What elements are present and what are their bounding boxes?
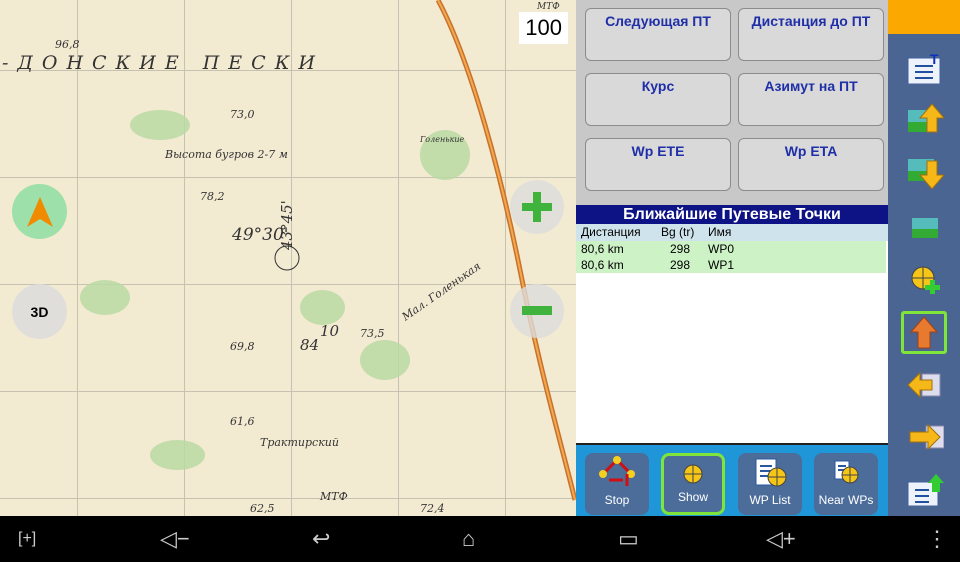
field-wp-eta[interactable]: Wp ETA (738, 138, 884, 191)
volume-up-icon[interactable]: ◁+ (766, 526, 796, 552)
stop-label: Stop (604, 493, 630, 507)
field-distance-to-wp[interactable]: Дистанция до ПТ (738, 8, 884, 61)
arrow-up-icon (909, 316, 939, 349)
image-up-icon[interactable] (906, 102, 944, 134)
forward-icon[interactable] (906, 420, 944, 452)
back-icon[interactable] (906, 368, 944, 400)
column-bearing: Bg (tr) (661, 225, 695, 239)
plus-icon (522, 192, 552, 222)
cell-bearing: 298 (669, 258, 690, 272)
scale-indicator: 100 (519, 12, 568, 44)
near-wps-label: Near WPs (818, 493, 874, 507)
near-wps-button[interactable]: Near WPs (814, 453, 878, 515)
menu-icon[interactable]: ⋮ (926, 526, 948, 552)
map-label: 72,4 (420, 502, 445, 515)
map-region-label: -ДОНСКИЕ ПЕСКИ (2, 52, 324, 74)
navigation-arrow-icon (26, 196, 53, 227)
near-waypoints-icon (834, 460, 859, 484)
cell-bearing: 298 (669, 242, 690, 256)
map-label: 78,2 (200, 190, 225, 203)
stop-button[interactable]: Stop (585, 453, 649, 515)
field-course[interactable]: Курс (585, 73, 731, 126)
table-header: Дистанция Bg (tr) Имя (576, 224, 888, 241)
field-wp-ete[interactable]: Wp ETE (585, 138, 731, 191)
map-label: МТФ (537, 2, 560, 12)
minus-icon (522, 306, 552, 315)
map-label: 61,6 (230, 415, 255, 428)
column-name: Имя (708, 225, 732, 239)
map-label: 10 (320, 322, 340, 340)
cell-name: WP0 (708, 242, 735, 256)
map-view[interactable]: 96,8 -ДОНСКИЕ ПЕСКИ 73,0 Высота бугров 2… (0, 0, 576, 516)
map-label: 69,8 (230, 340, 255, 353)
zoom-out-button[interactable] (510, 284, 564, 338)
android-nav-bar: [+] ◁− ↩ ⌂ ▭ ◁+ ⋮ (0, 516, 960, 562)
list-export-icon[interactable] (906, 474, 944, 506)
field-next-wp[interactable]: Следующая ПТ (585, 8, 731, 61)
map-label: МТФ (320, 490, 348, 503)
nearest-waypoints-title: Ближайшие Путевые Точки (576, 205, 888, 224)
show-button[interactable]: Show (661, 453, 725, 515)
wp-list-button[interactable]: WP List (738, 453, 802, 515)
show-label: Show (677, 490, 709, 504)
data-fields: Следующая ПТ Дистанция до ПТ Курс Азимут… (576, 0, 888, 205)
cell-distance: 80,6 km (581, 242, 624, 256)
bottom-button-bar: Stop Show WP List Near WPs (576, 443, 888, 516)
back-icon[interactable]: ↩ (312, 526, 330, 552)
volume-down-icon[interactable]: ◁− (160, 526, 190, 552)
screenshot-icon[interactable]: [+] (18, 530, 36, 548)
home-icon[interactable]: ⌂ (462, 526, 475, 552)
add-waypoint-icon[interactable] (906, 262, 944, 294)
info-panel: Следующая ПТ Дистанция до ПТ Курс Азимут… (576, 0, 888, 516)
recent-apps-icon[interactable]: ▭ (618, 526, 639, 552)
image-icon[interactable] (906, 212, 944, 244)
image-down-icon[interactable] (906, 157, 944, 189)
cell-distance: 80,6 km (581, 258, 624, 272)
map-label: 96,8 (55, 38, 80, 51)
column-distance: Дистанция (581, 225, 641, 239)
table-row[interactable]: 80,6 km 298 WP1 (576, 257, 886, 273)
map-label: 73,0 (230, 108, 255, 121)
cell-name: WP1 (708, 258, 735, 272)
map-label: Высота бугров 2-7 м (165, 148, 288, 161)
compass-button[interactable] (12, 184, 67, 239)
table-row[interactable]: 80,6 km 298 WP0 (576, 241, 886, 257)
waypoint-list-icon (755, 458, 787, 487)
route-stop-icon (599, 456, 635, 486)
wp-list-label: WP List (749, 493, 791, 507)
zoom-in-button[interactable] (510, 180, 564, 234)
svg-text:T: T (930, 52, 939, 67)
toolbar-header[interactable] (888, 0, 960, 34)
map-label: 84 (300, 336, 320, 354)
move-up-button[interactable] (901, 311, 947, 354)
3d-toggle-button[interactable]: 3D (12, 284, 67, 339)
map-label: 62,5 (250, 502, 275, 515)
map-label: 73,5 (360, 327, 385, 340)
map-label: Трактирский (260, 436, 339, 449)
waypoint-icon (683, 464, 703, 484)
field-bearing-to-wp[interactable]: Азимут на ПТ (738, 73, 884, 126)
text-list-icon[interactable]: T (906, 52, 944, 84)
map-label: 43°45' (278, 200, 296, 250)
right-toolbar: T (888, 0, 960, 516)
map-label: Голенькие (420, 135, 465, 144)
